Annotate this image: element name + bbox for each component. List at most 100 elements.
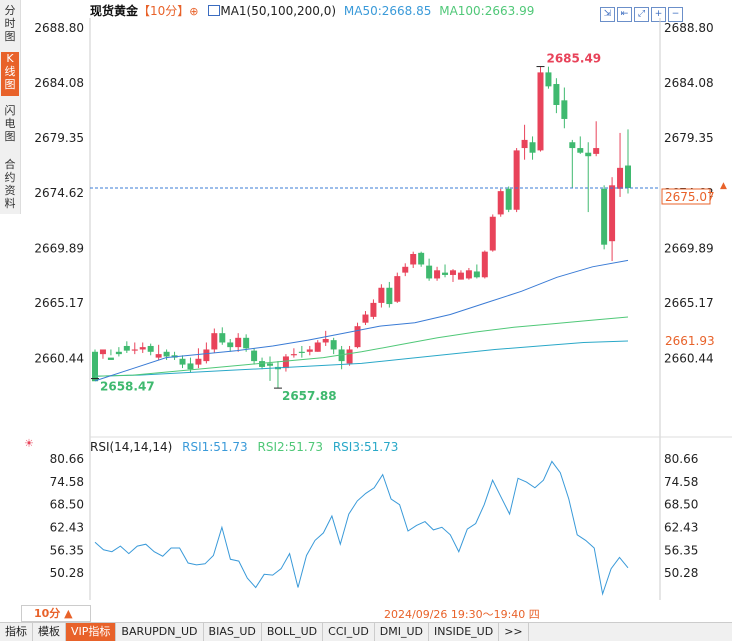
- candle: [330, 340, 337, 350]
- candle: [298, 351, 305, 353]
- candle: [465, 270, 472, 279]
- tab-vip[interactable]: VIP指标: [66, 623, 117, 641]
- candle: [306, 349, 313, 352]
- rsi-y-tick-right: 62.43: [664, 521, 698, 535]
- rsi-line: [94, 460, 629, 596]
- candle: [251, 350, 258, 362]
- rsi-y-tick-left: 50.28: [50, 566, 84, 580]
- zoom-out-icon[interactable]: −: [668, 7, 683, 22]
- rsi-y-tick-left: 68.50: [50, 498, 84, 512]
- candle: [243, 337, 250, 349]
- y-tick-right: 2679.35: [664, 131, 714, 145]
- candle: [163, 351, 170, 357]
- candle: [92, 351, 98, 382]
- tab-timeshare[interactable]: 分时图: [1, 4, 19, 43]
- candle: [521, 139, 528, 149]
- period-label[interactable]: 【10分】: [138, 4, 189, 18]
- ma50-line: [94, 259, 629, 382]
- ma50-value: MA50:2668.85: [343, 4, 432, 18]
- period-select[interactable]: 10分 ▲: [21, 605, 91, 622]
- rsi-label: RSI(14,14,14): [90, 440, 172, 454]
- tab-template[interactable]: 模板: [33, 623, 66, 641]
- candle: [585, 152, 592, 157]
- candle: [211, 333, 218, 350]
- candle: [147, 345, 154, 352]
- candle: [362, 314, 369, 323]
- zoom-in-icon[interactable]: +: [651, 7, 666, 22]
- rsi-header: ☀ RSI(14,14,14) RSI1:51.73 RSI2:51.73 RS…: [24, 437, 398, 454]
- ma200-line: [94, 340, 629, 377]
- y-tick-left: 2688.80: [34, 21, 84, 35]
- pin-icon[interactable]: ⇤: [617, 7, 632, 22]
- fullscreen-icon[interactable]: ⇲: [600, 7, 615, 22]
- candle: [195, 358, 202, 365]
- tab-dmi[interactable]: DMI_UD: [375, 623, 430, 641]
- high-label: 2685.49: [546, 52, 601, 66]
- candle: [179, 358, 186, 365]
- candle: [187, 363, 194, 370]
- symbol-name: 现货黄金: [90, 4, 139, 18]
- y-tick-left: 2660.44: [34, 351, 84, 365]
- y-tick-right: 2665.17: [664, 296, 714, 310]
- tab-flash[interactable]: 闪电图: [1, 104, 19, 143]
- y-tick-right: 2669.89: [664, 241, 714, 255]
- candle: [123, 345, 130, 351]
- candle: [457, 272, 464, 280]
- rsi-y-tick-right: 74.58: [664, 475, 698, 489]
- ma100-line: [94, 316, 629, 377]
- candle: [553, 84, 560, 105]
- candle: [545, 72, 552, 87]
- tab-more[interactable]: >>: [499, 623, 529, 641]
- candle: [481, 251, 488, 278]
- y-tick-right: 2688.80: [664, 21, 714, 35]
- candle: [155, 354, 162, 358]
- candle: [426, 265, 433, 279]
- rsi-y-tick-right: 56.35: [664, 543, 698, 557]
- view-tabs: 分时图 K线图 闪电图 合约资料: [0, 0, 21, 214]
- candle: [227, 342, 234, 348]
- candle: [625, 165, 631, 188]
- candle: [418, 252, 425, 265]
- svg-text:RSI(14,14,14) RSI1:51.73: RSI(14,14,14) RSI1:51.73 RSI2:51.73 RSI3…: [90, 440, 398, 454]
- y-tick-left: 2669.89: [34, 241, 84, 255]
- rsi-settings-icon[interactable]: ☀: [24, 437, 34, 450]
- y-tick-right: 2684.08: [664, 76, 714, 90]
- tab-bias[interactable]: BIAS_UD: [204, 623, 262, 641]
- current-price-arrow: ▲: [720, 181, 727, 191]
- price-chart[interactable]: 2688.80 2688.80 2684.08 2684.08 2679.35 2679.…: [0, 0, 732, 640]
- tab-boll[interactable]: BOLL_UD: [262, 623, 324, 641]
- settings-icon[interactable]: ⊕: [189, 5, 198, 18]
- candle: [442, 272, 449, 275]
- tab-contract-info[interactable]: 合约资料: [1, 158, 19, 210]
- candle: [617, 167, 624, 189]
- candle: [473, 271, 480, 278]
- rsi-y-tick-left: 62.43: [50, 521, 84, 535]
- expand-icon[interactable]: ⤢: [634, 7, 649, 22]
- rsi-y-tick-right: 80.66: [664, 452, 698, 466]
- candle: [489, 216, 496, 251]
- window-controls: ⇲ ⇤ ⤢ + −: [598, 1, 683, 22]
- tab-kline[interactable]: K线图: [1, 52, 19, 96]
- candle: [290, 354, 297, 356]
- candle: [139, 347, 146, 350]
- candle: [99, 349, 106, 355]
- current-price-box: [661, 188, 711, 205]
- candle: [593, 148, 600, 154]
- y-tick-left: 2684.08: [34, 76, 84, 90]
- candle: [131, 349, 138, 351]
- candle: [338, 349, 345, 362]
- candle: [601, 188, 608, 245]
- tab-barupdn[interactable]: BARUPDN_UD: [116, 623, 204, 641]
- low-label: 2658.47: [100, 380, 155, 394]
- candle: [378, 287, 385, 303]
- candle: [529, 142, 536, 153]
- tab-indicator[interactable]: 指标: [0, 623, 33, 641]
- tab-inside[interactable]: INSIDE_UD: [429, 623, 500, 641]
- period-select-label: 10分 ▲: [34, 607, 73, 620]
- y-tick-right: 2674.62: [664, 186, 714, 200]
- tab-cci[interactable]: CCI_UD: [323, 623, 375, 641]
- candle: [274, 366, 281, 370]
- indicator-tabs: 指标 模板 VIP指标 BARUPDN_UD BIAS_UD BOLL_UD CCI_UD D…: [0, 622, 732, 641]
- rsi1-value: RSI1:51.73: [182, 440, 248, 454]
- ma-icon[interactable]: [208, 5, 221, 16]
